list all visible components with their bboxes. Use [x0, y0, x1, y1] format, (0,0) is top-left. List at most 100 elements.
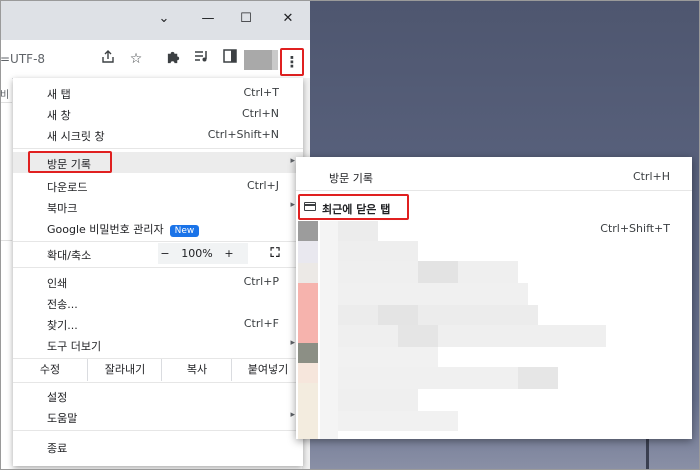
share-icon[interactable] [98, 49, 118, 69]
new-badge: New [169, 225, 200, 237]
maximize-button[interactable]: ☐ [234, 10, 258, 28]
paste-button[interactable]: 붙여넣기 [231, 359, 304, 381]
menu-item-label: 도움말 [47, 412, 78, 425]
address-bar-text[interactable]: =UTF-8 [0, 52, 45, 66]
menu-item-label: 도구 더보기 [47, 340, 102, 353]
shortcut-text: Ctrl+N [241, 107, 279, 120]
divider [13, 241, 303, 242]
favicon-blur [298, 383, 318, 439]
favicon-blur [298, 343, 318, 363]
close-button[interactable]: ✕ [276, 10, 300, 28]
menu-item-more-tools[interactable]: 도구 더보기 ▸ [13, 334, 303, 355]
divider [13, 382, 303, 383]
favicon-blur [298, 283, 318, 343]
menu-item-label: 종료 [47, 442, 68, 455]
avatar[interactable] [244, 50, 278, 70]
title-bar: ⌄ — ☐ ✕ [0, 0, 310, 40]
star-icon[interactable]: ☆ [126, 49, 146, 69]
chevron-right-icon: ▸ [290, 200, 295, 210]
menu-item-exit[interactable]: 종료 [13, 436, 303, 457]
chevron-right-icon: ▸ [290, 410, 295, 420]
menu-item-label: 찾기... [47, 319, 78, 332]
chrome-menu: 새 탭 Ctrl+T 새 창 Ctrl+N 새 시크릿 창 Ctrl+Shift… [13, 78, 303, 466]
shortcut-text: Ctrl+Shift+N [207, 128, 279, 141]
edit-row: 수정 잘라내기 복사 붙여넣기 [13, 359, 303, 381]
menu-item-new-window[interactable]: 새 창 Ctrl+N [13, 103, 303, 124]
menu-item-label: 인쇄 [47, 277, 68, 290]
zoom-out-button[interactable]: − [153, 243, 177, 264]
row-blur [518, 367, 558, 389]
desktop-pole [646, 438, 649, 470]
page-content-fragment: 비 [0, 78, 12, 470]
submenu-item-history[interactable]: 방문 기록 Ctrl+H [296, 165, 692, 187]
chevron-right-icon: ▸ [290, 156, 295, 166]
row-blur [338, 411, 458, 431]
submenu-item-label: 방문 기록 [329, 172, 373, 185]
zoom-row: 확대/축소 − 100% + ⛶ [13, 243, 303, 264]
menu-item-label: 새 탭 [47, 88, 71, 101]
menu-item-incognito[interactable]: 새 시크릿 창 Ctrl+Shift+N [13, 124, 303, 145]
shortcut-text: Ctrl+H [632, 170, 670, 183]
menu-item-label: 다운로드 [47, 181, 88, 194]
divider [0, 102, 12, 103]
menu-item-downloads[interactable]: 다운로드 Ctrl+J [13, 175, 303, 196]
shortcut-text: Ctrl+T [243, 86, 279, 99]
favicon-blur [298, 263, 318, 283]
menu-item-label: 북마크 [47, 202, 78, 215]
menu-item-label: 설정 [47, 391, 68, 404]
favicon-blur [298, 363, 318, 383]
menu-item-help[interactable]: 도움말 ▸ [13, 406, 303, 427]
row-blur [338, 389, 418, 411]
cut-button[interactable]: 잘라내기 [87, 359, 162, 381]
row-blur [320, 221, 338, 439]
row-blur [338, 305, 538, 325]
zoom-level: 100% [181, 247, 213, 260]
side-panel-icon[interactable] [220, 49, 240, 69]
divider [0, 240, 12, 241]
divider [296, 190, 692, 191]
favicon-blur [298, 241, 318, 263]
menu-item-settings[interactable]: 설정 [13, 385, 303, 406]
menu-item-label: 새 시크릿 창 [47, 130, 105, 143]
menu-item-bookmarks[interactable]: 북마크 ▸ [13, 196, 303, 217]
menu-item-password-manager[interactable]: Google 비밀번호 관리자 New [13, 217, 303, 238]
zoom-in-button[interactable]: + [217, 243, 241, 264]
divider [13, 148, 303, 149]
menu-item-new-tab[interactable]: 새 탭 Ctrl+T [13, 82, 303, 103]
menu-item-label: 확대/축소 [47, 249, 92, 262]
row-blur [338, 221, 378, 241]
edit-label: 수정 [39, 363, 61, 376]
password-manager-label: Google 비밀번호 관리자 [47, 223, 164, 236]
blurred-tab-list [296, 221, 692, 439]
row-blur [338, 347, 438, 367]
row-blur [338, 367, 538, 389]
chevron-right-icon: ▸ [290, 338, 295, 348]
row-blur [378, 305, 418, 325]
page-text-fragment: 비 [0, 90, 10, 101]
row-blur [338, 241, 418, 261]
menu-item-print[interactable]: 인쇄 Ctrl+P [13, 271, 303, 292]
media-queue-icon[interactable] [192, 49, 212, 69]
menu-item-label: 전송... [47, 298, 78, 311]
shortcut-text: Ctrl+P [243, 275, 279, 288]
minimize-button[interactable]: — [196, 10, 220, 28]
shortcut-text: Ctrl+J [246, 179, 279, 192]
copy-button[interactable]: 복사 [161, 359, 232, 381]
history-submenu: 방문 기록 Ctrl+H 최근에 닫은 탭 Ctrl+Shift+T [296, 157, 692, 439]
menu-item-label: 새 창 [47, 109, 71, 122]
shortcut-text: Ctrl+F [243, 317, 279, 330]
row-blur [338, 325, 606, 347]
divider [13, 430, 303, 431]
menu-item-cast[interactable]: 전송... [13, 292, 303, 313]
chevron-down-icon[interactable]: ⌄ [152, 10, 176, 28]
row-blur [338, 283, 528, 305]
menu-item-find[interactable]: 찾기... Ctrl+F [13, 313, 303, 334]
row-blur [418, 261, 458, 283]
menu-button[interactable]: ⋮ [280, 48, 304, 76]
divider [13, 267, 303, 268]
favicon-blur [298, 221, 318, 241]
row-blur [398, 325, 438, 347]
menu-item-label: Google 비밀번호 관리자 New [47, 221, 200, 237]
fullscreen-icon[interactable]: ⛶ [263, 243, 287, 264]
puzzle-icon[interactable] [163, 49, 183, 69]
